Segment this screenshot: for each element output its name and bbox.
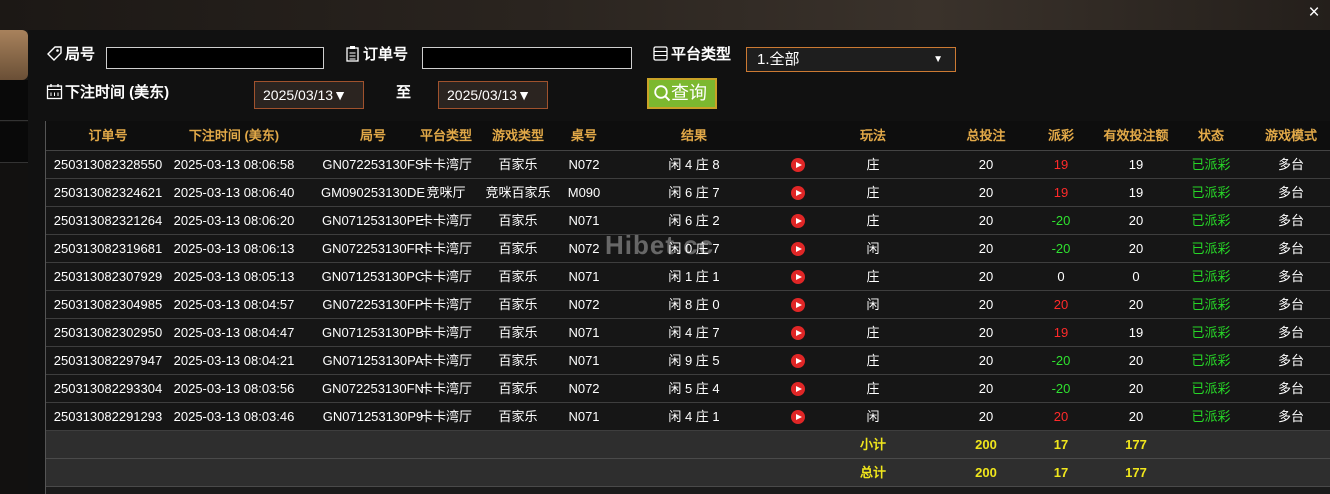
cell-result: 闲 6 庄 7	[668, 185, 720, 200]
cell-bet-time: 2025-03-13 08:06:20	[173, 213, 295, 228]
round-number-input[interactable]	[106, 47, 324, 69]
table-row[interactable]: 250313082297947 2025-03-13 08:04:21 GN0712…	[46, 347, 1330, 375]
cell-game-mode: 多台	[1277, 213, 1304, 228]
cell-bet-time: 2025-03-13 08:04:47	[173, 325, 295, 340]
cell-bet-time: 2025-03-13 08:03:56	[173, 381, 295, 396]
tag-icon	[47, 46, 62, 61]
search-icon	[654, 85, 671, 102]
background-header	[0, 0, 1330, 30]
table-row[interactable]: 250313082293304 2025-03-13 08:03:56 GN0722…	[46, 375, 1330, 403]
table-row[interactable]: 250313082321264 2025-03-13 08:06:20 GN0712…	[46, 207, 1330, 235]
cell-game-mode: 多台	[1277, 409, 1304, 424]
total-valid: 177	[1125, 465, 1147, 480]
cell-result: 闲 6 庄 2	[668, 213, 720, 228]
cell-bet-time: 2025-03-13 08:03:46	[173, 409, 295, 424]
table-row[interactable]: 250313082291293 2025-03-13 08:03:46 GN0712…	[46, 403, 1330, 431]
clipboard-icon	[346, 46, 359, 62]
subtotal-row: 小计 200 17 177	[46, 431, 1330, 459]
table-row[interactable]: 250313082324621 2025-03-13 08:06:40 GM0902…	[46, 179, 1330, 207]
table-row[interactable]: 250313082319681 2025-03-13 08:06:13 GN0722…	[46, 235, 1330, 263]
subtotal-valid: 177	[1125, 437, 1147, 452]
list-icon	[653, 46, 668, 61]
cell-game-mode: 多台	[1277, 325, 1304, 340]
cell-bet-time: 2025-03-13 08:04:57	[173, 297, 295, 312]
close-icon[interactable]: ×	[1304, 2, 1324, 24]
table-row[interactable]: 250313082304985 2025-03-13 08:04:57 GN0722…	[46, 291, 1330, 319]
platform-label-text: 平台类型	[671, 46, 732, 63]
background-accent	[0, 30, 28, 80]
table-row[interactable]: 250313082307929 2025-03-13 08:05:13 GN0712…	[46, 263, 1330, 291]
table-row[interactable]: 250313082328550 2025-03-13 08:06:58 GN0722…	[46, 151, 1330, 179]
cell-bet-time: 2025-03-13 08:05:13	[173, 269, 295, 284]
cell-result: 闲 4 庄 1	[668, 409, 720, 424]
date-range-separator: 至	[396, 84, 412, 101]
cell-game-mode: 多台	[1277, 297, 1304, 312]
column-header-result: 结果	[680, 128, 707, 143]
cell-result: 闲 0 庄 7	[668, 241, 720, 256]
date-to-picker[interactable]: 2025/03/13▼	[438, 81, 548, 109]
round-label-text: 局号	[65, 46, 96, 63]
platform-filter-label: 平台类型	[652, 44, 731, 66]
query-button-label: 查询	[671, 83, 707, 103]
cell-bet-time: 2025-03-13 08:06:13	[173, 241, 295, 256]
chevron-down-icon: ▼	[933, 54, 943, 65]
order-filter-label: 订单号	[344, 44, 408, 66]
round-filter-label: 局号	[46, 44, 95, 66]
platform-type-select[interactable]: 1.全部 ▼	[746, 47, 956, 72]
cell-result: 闲 8 庄 0	[668, 297, 720, 312]
time-filter-label: 下注时间 (美东)	[46, 82, 169, 104]
table-header: 订单号 下注时间 (美东) 局号 平台类型 游戏类型 桌号 结果 玩法 总投注 派彩 有效投注额 状态…	[46, 121, 1330, 151]
cell-result: 闲 1 庄 1	[668, 269, 720, 284]
cell-result: 闲 4 庄 7	[668, 325, 720, 340]
order-label-text: 订单号	[363, 46, 409, 63]
date-from-picker[interactable]: 2025/03/13▼	[254, 81, 364, 109]
bet-records-table: 订单号 下注时间 (美东) 局号 平台类型 游戏类型 桌号 结果 玩法 总投注 派彩 有效投注额 状态…	[45, 121, 1330, 494]
cell-result: 闲 9 庄 5	[668, 353, 720, 368]
cell-bet-time: 2025-03-13 08:06:40	[173, 185, 295, 200]
cell-game-mode: 多台	[1277, 241, 1304, 256]
column-header-game-mode: 游戏模式	[1264, 128, 1317, 143]
cell-game-mode: 多台	[1277, 269, 1304, 284]
cell-game-mode: 多台	[1277, 185, 1304, 200]
cell-bet-time: 2025-03-13 08:04:21	[173, 353, 295, 368]
cell-game-mode: 多台	[1277, 381, 1304, 396]
total-row: 总计 200 17 177	[46, 459, 1330, 487]
time-label-text: 下注时间 (美东)	[65, 84, 170, 101]
cell-result: 闲 5 庄 4	[668, 381, 720, 396]
column-header-bet-time: 下注时间 (美东)	[188, 128, 280, 143]
cell-game-mode: 多台	[1277, 353, 1304, 368]
calendar-icon	[46, 84, 63, 100]
order-number-input[interactable]	[422, 47, 632, 69]
table-row[interactable]: 250313082302950 2025-03-13 08:04:47 GN0712…	[46, 319, 1330, 347]
cell-bet-time: 2025-03-13 08:06:58	[173, 157, 295, 172]
platform-selected-value: 1.全部	[757, 51, 800, 68]
cell-result: 闲 4 庄 8	[668, 157, 720, 172]
cell-game-mode: 多台	[1277, 157, 1304, 172]
query-button[interactable]: 查询	[647, 78, 717, 109]
